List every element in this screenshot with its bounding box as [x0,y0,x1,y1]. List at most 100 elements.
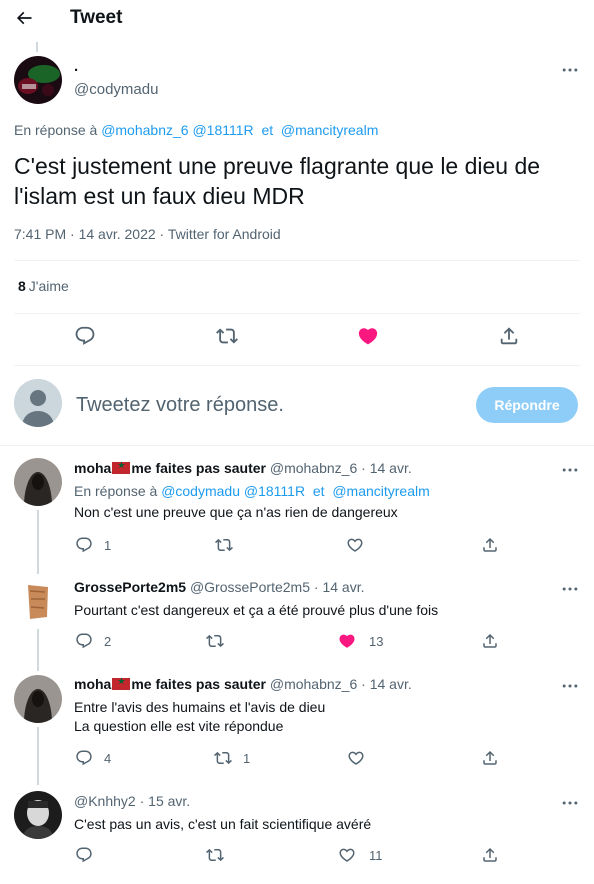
reply-icon[interactable] [75,632,95,652]
mention-link[interactable]: @mohabnz_6 [101,122,188,138]
mention-link[interactable]: @mancityrealm [332,483,429,499]
reply-author-handle[interactable]: @Knhhy2 [74,793,136,809]
reply-avatar[interactable] [14,675,62,723]
reply-header: @Knhhy2 · 15 avr. [74,793,190,809]
author-name[interactable]: . [74,58,78,75]
thread-line [36,42,38,52]
more-icon[interactable] [560,676,580,696]
retweet-icon[interactable] [206,846,226,866]
like-icon[interactable] [347,749,367,769]
name-part: me faites pas sauter [131,676,266,692]
name-part: me faites pas sauter [131,460,266,476]
separator: · [361,460,366,476]
tweet-time[interactable]: 7:41 PM [14,226,66,242]
reply-header: moha me faites pas sauter @mohabnz_6 · 14… [74,460,412,476]
mention-link[interactable]: @18111R [192,122,253,138]
more-icon[interactable] [560,793,580,813]
share-icon[interactable] [481,846,501,866]
reply-avatar[interactable] [14,458,62,506]
likes-count-link[interactable]: 8 J'aime [18,278,69,294]
mention-link[interactable]: @codymadu [161,483,240,499]
morocco-flag-icon [112,676,131,690]
tweet-source[interactable]: Twitter for Android [168,226,281,242]
retweet-icon[interactable] [216,325,240,349]
reply-author-handle[interactable]: @mohabnz_6 [270,460,357,476]
mention-link[interactable]: @18111R [244,483,305,499]
reply-author-name[interactable]: moha me faites pas sauter [74,676,266,692]
reply-header: moha me faites pas sauter @mohabnz_6 · 14… [74,676,412,692]
reply-icon[interactable] [75,846,95,866]
thread-line [37,629,39,671]
reply-date[interactable]: 14 avr. [322,579,364,595]
reply-icon[interactable] [75,749,95,769]
divider [14,313,580,314]
reply-text: Non c'est une preuve que ça n'as rien de… [74,504,398,520]
likes-label: J'aime [28,278,69,294]
author-avatar[interactable] [14,56,62,104]
thread-line [37,510,39,574]
reply-count: 4 [104,751,112,766]
reply-text: C'est pas un avis, c'est un fait scienti… [74,816,372,832]
reply-and: et [312,483,325,499]
like-count: 13 [369,634,384,649]
reply-header: GrossePorte2m5 @GrossePorte2m5 · 14 avr. [74,579,364,595]
likes-count: 8 [18,278,26,294]
reply-avatar[interactable] [14,791,62,839]
reply-prefix: En réponse à [74,483,158,499]
mention-link[interactable]: @mancityrealm [281,122,378,138]
like-icon[interactable] [338,632,358,652]
more-icon[interactable] [560,579,580,599]
reply-author-handle[interactable]: @mohabnz_6 [270,676,357,692]
name-part: moha [74,460,112,476]
reply-prefix: En réponse à [14,122,98,138]
reply-author-name[interactable]: moha me faites pas sauter [74,460,266,476]
reply-date[interactable]: 15 avr. [148,793,190,809]
tweet-date[interactable]: 14 avr. 2022 [79,226,156,242]
share-icon[interactable] [481,749,501,769]
reply-button[interactable]: Répondre [476,387,578,423]
morocco-flag-icon [112,460,131,474]
reply-input[interactable]: Tweetez votre réponse. [76,394,284,417]
like-icon[interactable] [357,325,381,349]
reply-author-name[interactable]: GrossePorte2m5 [74,579,186,595]
reply-context: En réponse à @codymadu @18111R et @manci… [74,482,430,501]
thread-line [37,727,39,785]
reply-text: La question elle est vite répondue [74,718,284,734]
separator: · [313,579,319,595]
retweet-icon[interactable] [215,536,235,556]
reply-and: et [261,122,274,138]
reply-author-handle[interactable]: @GrossePorte2m5 [190,579,310,595]
divider [0,445,594,446]
reply-count: 1 [104,538,112,553]
tweet-meta: 7:41 PM · 14 avr. 2022 · Twitter for And… [14,226,281,242]
default-avatar-icon [14,379,62,427]
reply-context: En réponse à @mohabnz_6 @18111R et @manc… [14,122,378,138]
reply-icon[interactable] [74,325,98,349]
divider [14,260,580,261]
reply-avatar[interactable] [14,577,62,625]
reply-date[interactable]: 14 avr. [370,460,412,476]
more-icon[interactable] [560,60,580,80]
reply-text: Entre l'avis des humains et l'avis de di… [74,699,326,715]
separator: · [70,226,75,242]
reply-icon[interactable] [75,536,95,556]
like-icon[interactable] [346,536,366,556]
separator: · [361,676,366,692]
retweet-icon[interactable] [206,632,226,652]
retweet-icon[interactable] [214,749,234,769]
reply-text: Pourtant c'est dangereux et ça a été pro… [74,602,439,618]
name-part: moha [74,676,112,692]
share-icon[interactable] [498,325,522,349]
reply-date[interactable]: 14 avr. [370,676,412,692]
tweet-text: C'est justement une preuve flagrante que… [14,153,541,209]
more-icon[interactable] [560,460,580,480]
share-icon[interactable] [481,632,501,652]
page-title: Tweet [70,7,123,28]
like-icon[interactable] [338,846,358,866]
share-icon[interactable] [481,536,501,556]
like-count: 11 [369,848,383,863]
separator: · [159,226,165,242]
author-handle[interactable]: @codymadu [74,81,158,98]
back-arrow-icon[interactable] [14,8,34,28]
reply-count: 2 [104,634,112,649]
